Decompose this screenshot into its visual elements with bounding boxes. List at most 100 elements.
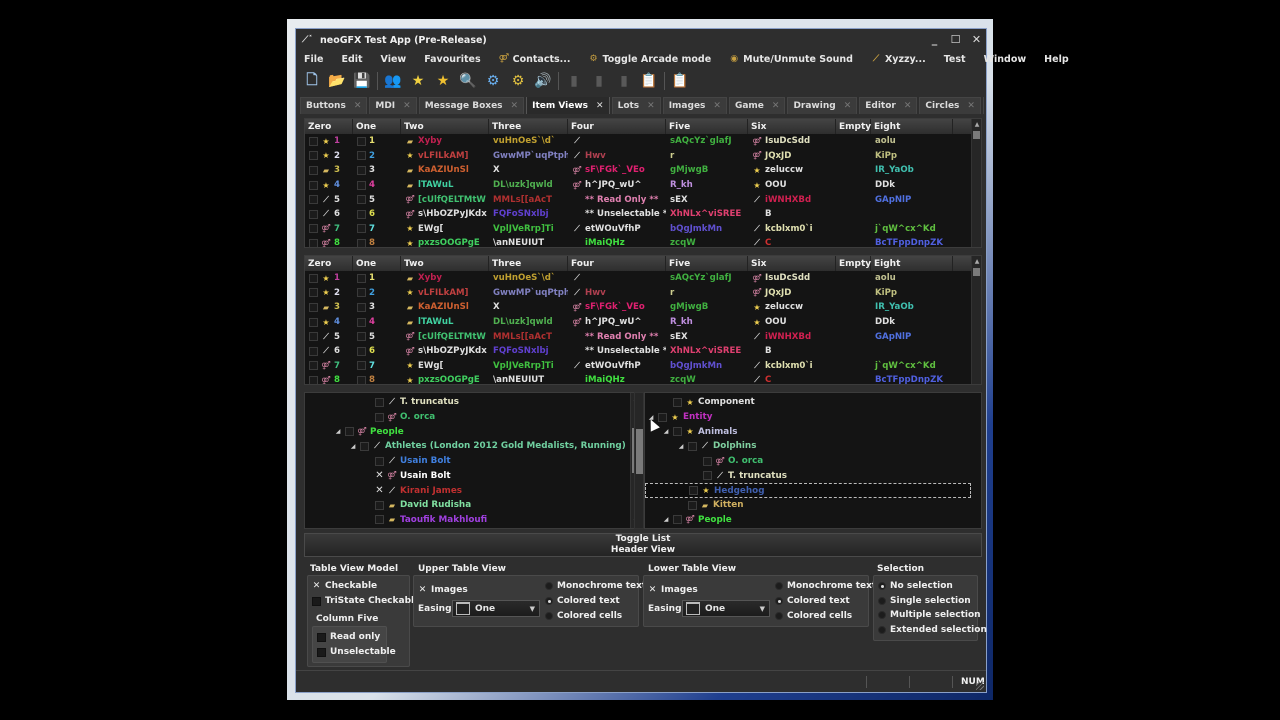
tree-node-animals[interactable]: ◢ ★ Animals (662, 424, 738, 439)
arcade-gears-icon[interactable]: ⚙ (483, 71, 503, 91)
menu-view[interactable]: View (381, 54, 415, 65)
cell-four[interactable]: ⟋ (568, 271, 666, 286)
row-checkbox[interactable] (357, 165, 366, 175)
table-row[interactable]: ⚤ 7 7 ★ EWg[VplJVeRrp]Ti ⟋ etWOuVfhP bQgJmkMn ⟋ k… (305, 359, 981, 374)
row-checkbox[interactable] (357, 195, 366, 205)
row-checkbox[interactable] (309, 224, 318, 234)
cell-empty[interactable] (836, 344, 871, 359)
cell-three[interactable]: VplJVeRrp]Ti (489, 359, 568, 374)
cell-eight[interactable]: BcTFppDnpZK (871, 236, 953, 247)
table-row[interactable]: ▰ 3 3 ▰ KaAZIUnSl X ⚤ sF\FGk`_VEo gMjwgB ★ zeluccw… (305, 163, 981, 178)
cell-zero[interactable]: ⚤ 7 (305, 359, 353, 374)
scrollbar-thumb[interactable] (973, 268, 980, 276)
cell-one[interactable]: 6 (353, 344, 401, 359)
cell-one[interactable]: 8 (353, 236, 401, 247)
paste-icon[interactable]: ▮ (614, 71, 634, 91)
cell-zero[interactable]: ▰ 3 (305, 300, 353, 315)
cell-empty[interactable] (836, 222, 871, 237)
vertical-scrollbar[interactable]: ▲ (971, 256, 981, 384)
cell-four[interactable]: ** Unselectable ** (568, 344, 666, 359)
cell-empty[interactable] (836, 149, 871, 164)
cell-empty[interactable] (836, 207, 871, 222)
tab-mdi[interactable]: MDI ✕ (369, 97, 417, 114)
tree-node-david-rudisha[interactable]: ▰ David Rudisha (364, 498, 471, 513)
tab-close-icon[interactable]: ✕ (772, 101, 780, 111)
table-row[interactable]: ⟋ 6 6 ⚤ s\HbOZPyJKdx FQFoSNxlbj ** Unselectabl… (305, 207, 981, 222)
cell-three[interactable]: \anNEUIUT (489, 236, 568, 247)
cell-two[interactable]: ★ pxzsOOGPgE (401, 236, 489, 247)
menu-test[interactable]: Test (944, 54, 974, 65)
row-checkbox[interactable] (309, 136, 318, 146)
cell-empty[interactable] (836, 163, 871, 178)
row-checkbox[interactable] (309, 332, 318, 342)
cell-two[interactable]: ★ EWg[ (401, 359, 489, 374)
row-checkbox[interactable] (309, 346, 318, 356)
tab-close-icon[interactable]: ✕ (844, 101, 852, 111)
cell-four[interactable]: ⚤ h^JPQ_wU^ (568, 178, 666, 193)
cell-three[interactable]: FQFoSNxlbj (489, 207, 568, 222)
row-checkbox[interactable] (309, 361, 318, 371)
paste-special-icon[interactable]: 📋 (639, 71, 659, 91)
cell-zero[interactable]: ⟋ 5 (305, 329, 353, 344)
title-bar[interactable]: ⟋˟ neoGFX Test App (Pre-Release) _ ☐ ✕ (296, 29, 986, 51)
tab-close-icon[interactable]: ✕ (596, 101, 604, 111)
tree-node-dolphins[interactable]: ◢ ⟋ Dolphins (677, 439, 757, 454)
radio-single-selection[interactable]: Single selection (878, 596, 971, 606)
tree-node-t-truncatus[interactable]: ⟋ T. truncatus (364, 395, 459, 410)
cell-eight[interactable]: IR_YaOb (871, 163, 953, 178)
cell-six[interactable]: ⚤ IsuDcSdd (748, 271, 836, 286)
node-checkbox[interactable] (375, 515, 384, 525)
tree-node-hedgehog[interactable]: ★ Hedgehog (645, 483, 971, 498)
cell-five[interactable]: r (666, 149, 748, 164)
tab-foo[interactable]: # Foo✕ (982, 97, 984, 114)
cell-one[interactable]: 4 (353, 315, 401, 330)
row-checkbox[interactable] (309, 273, 318, 283)
column-header-zero[interactable]: Zero (305, 256, 353, 271)
cell-six[interactable]: ⟋ iWNHXBd (748, 329, 836, 344)
radio-no-selection[interactable]: No selection (878, 581, 953, 591)
node-checkbox[interactable] (673, 427, 682, 437)
cell-five[interactable]: bQgJmkMn (666, 359, 748, 374)
row-checkbox[interactable] (309, 288, 318, 298)
cell-four[interactable]: ⟋ etWOuVfhP (568, 359, 666, 374)
left-tree-view[interactable]: ⟋ T. truncatus ⚤ O. orca ◢ ⚤ People ◢ ⟋ Athletes … (304, 392, 641, 529)
scrollbar-thumb[interactable] (636, 429, 643, 474)
cell-zero[interactable]: ★ 4 (305, 315, 353, 330)
column-header-four[interactable]: Four (568, 256, 666, 271)
tree-node-t-truncatus[interactable]: ⟋ T. truncatus (692, 469, 787, 484)
cut-icon[interactable]: ▮ (564, 71, 584, 91)
menu-edit[interactable]: Edit (341, 54, 370, 65)
right-tree-view[interactable]: ★ Component ◢ ★ Entity ◢ ★ Animals ◢ ⟋ Dolphins ⚤ O.… (644, 392, 982, 529)
row-checkbox[interactable] (357, 361, 366, 371)
cell-four[interactable]: ** Read Only ** (568, 192, 666, 207)
cell-five[interactable]: zcqW (666, 373, 748, 384)
tree-node-usain-bolt[interactable]: ⟋ Usain Bolt (364, 454, 451, 469)
table-row[interactable]: ★ 1 1 ▰ Xyby vuHnOeS`\d` ⟋ sAQcYz`glafJ ⚤ IsuDcSd… (305, 271, 981, 286)
table-row[interactable]: ⟋ 5 5 ⚤ [cUlfQELTMtW MMLs[[aAcT ** Read Only *… (305, 192, 981, 207)
cell-three[interactable]: vuHnOeS`\d` (489, 271, 568, 286)
menu-toggle-arcade-mode[interactable]: ⚙ Toggle Arcade mode (589, 54, 720, 65)
checkable-checkbox[interactable]: ✕ Checkable (312, 581, 377, 591)
tab-close-icon[interactable]: ✕ (511, 101, 519, 111)
row-checkbox[interactable] (357, 151, 366, 161)
checked-x-icon[interactable]: ✕ (375, 485, 384, 496)
cell-two[interactable]: ▰ lTAWuL (401, 315, 489, 330)
tree-node-kitten[interactable]: ▰ Kitten (677, 498, 743, 513)
cell-eight[interactable]: KiPp (871, 149, 953, 164)
cell-six[interactable]: ⟋ iWNHXBd (748, 192, 836, 207)
node-checkbox[interactable] (673, 397, 682, 407)
cell-five[interactable]: R_kh (666, 315, 748, 330)
cell-empty[interactable] (836, 359, 871, 374)
tree-node-people[interactable]: ◢ ⚤ People (334, 424, 404, 439)
minimize-button[interactable]: _ (929, 33, 940, 46)
column-header-empty[interactable]: Empty (836, 256, 871, 271)
column-header-one[interactable]: One (353, 119, 401, 134)
cell-eight[interactable]: IR_YaOb (871, 300, 953, 315)
table-row[interactable]: ★ 2 2 ★ vLFILkAM] GwwMP`uqPtph ⟋ Hwv r ⚤ JQxJD KiPp (305, 286, 981, 301)
cell-one[interactable]: 5 (353, 192, 401, 207)
menu-contacts[interactable]: ⚤ Contacts... (499, 54, 579, 65)
left-tree-scrollbar[interactable] (634, 392, 644, 529)
cell-zero[interactable]: ★ 1 (305, 134, 353, 149)
cell-one[interactable]: 3 (353, 163, 401, 178)
cell-two[interactable]: ★ vLFILkAM] (401, 286, 489, 301)
